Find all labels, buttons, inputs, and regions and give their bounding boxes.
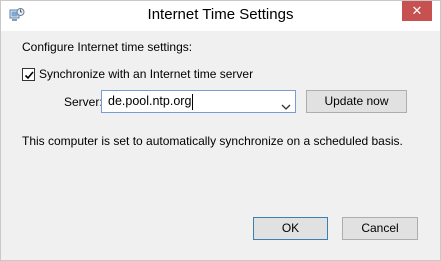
status-message: This computer is set to automatically sy…	[22, 134, 403, 148]
title-bar[interactable]: Internet Time Settings ✕	[1, 1, 440, 31]
server-value[interactable]: de.pool.ntp.org	[108, 94, 191, 108]
sync-checkbox-label: Synchronize with an Internet time server	[39, 67, 254, 81]
internet-time-settings-window: Internet Time Settings ✕ Configure Inter…	[0, 0, 441, 261]
update-now-button[interactable]: Update now	[306, 90, 407, 113]
sync-checkbox-row[interactable]: Synchronize with an Internet time server	[22, 67, 253, 81]
server-combobox[interactable]: de.pool.ntp.org	[101, 90, 296, 113]
sync-checkbox[interactable]	[22, 67, 35, 81]
server-label: Server:	[64, 95, 103, 109]
close-button[interactable]: ✕	[402, 1, 432, 21]
settings-heading: Configure Internet time settings:	[22, 40, 193, 54]
ok-button[interactable]: OK	[253, 217, 328, 240]
dialog-body: Configure Internet time settings: Synchr…	[8, 31, 433, 254]
chevron-down-icon[interactable]	[281, 99, 291, 110]
cancel-button[interactable]: Cancel	[342, 217, 418, 240]
window-title: Internet Time Settings	[147, 6, 294, 23]
checkmark-icon	[24, 70, 34, 79]
text-caret	[192, 94, 193, 110]
